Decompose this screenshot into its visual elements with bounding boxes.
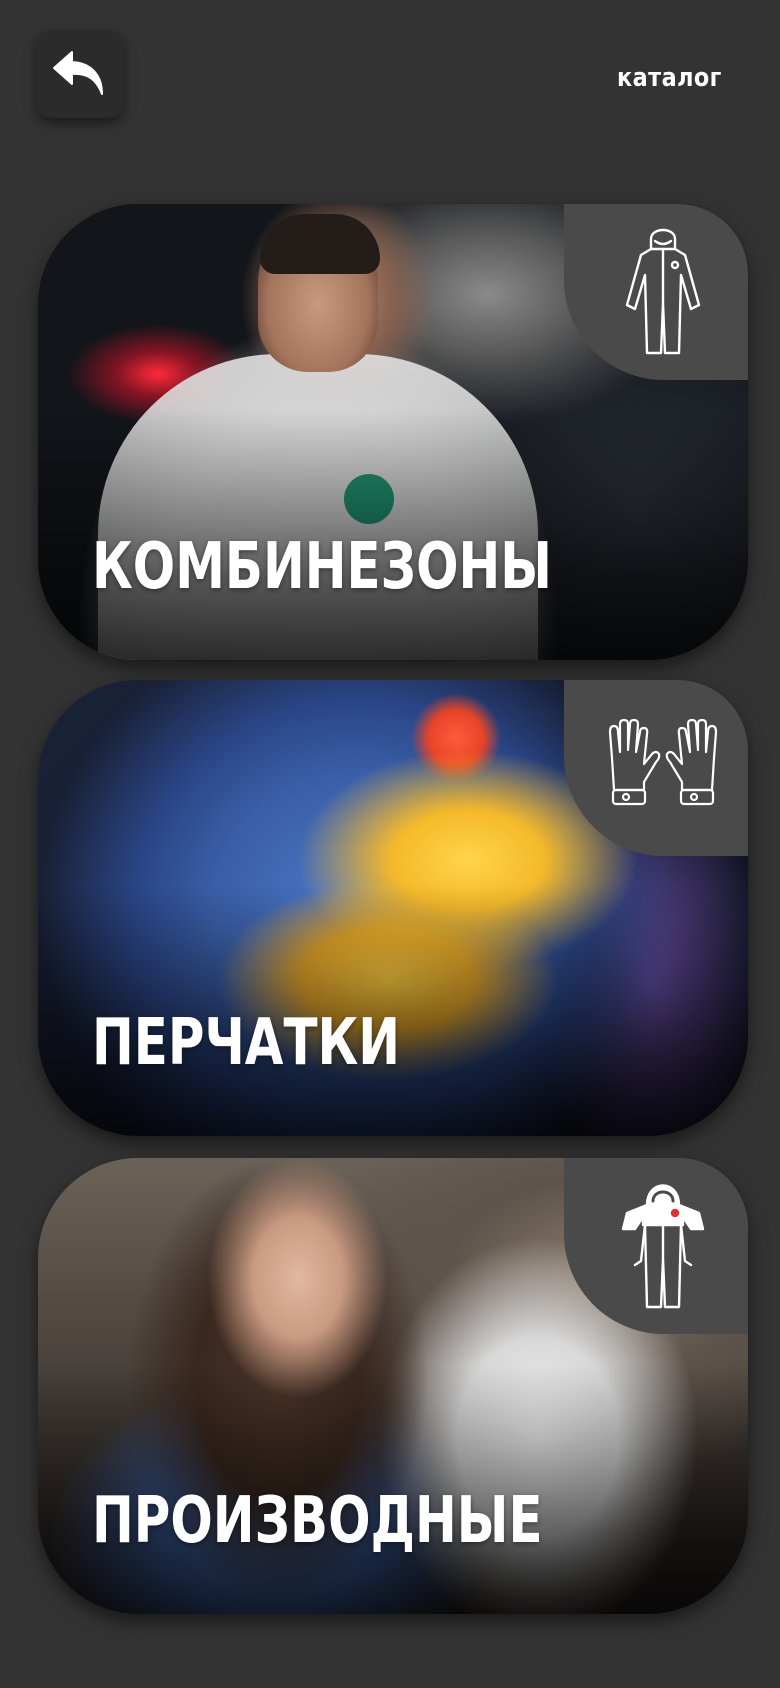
category-label: КОМБИНЕЗОНЫ bbox=[92, 530, 553, 604]
category-card-derivatives[interactable]: ПРОИЗВОДНЫЕ bbox=[38, 1158, 748, 1614]
category-label: ПРОИЗВОДНЫЕ bbox=[92, 1484, 543, 1558]
category-card-gloves[interactable]: ПЕРЧАТКИ bbox=[38, 680, 748, 1136]
category-label: ПЕРЧАТКИ bbox=[92, 1006, 401, 1080]
category-card-coveralls[interactable]: КОМБИНЕЗОНЫ bbox=[38, 204, 748, 660]
page-title: каталог bbox=[617, 63, 722, 93]
coverall-icon bbox=[625, 228, 701, 355]
undo-arrow-icon bbox=[53, 51, 103, 95]
hooded-coverall-icon bbox=[621, 1184, 705, 1309]
back-button[interactable] bbox=[36, 30, 124, 118]
gloves-icon bbox=[608, 718, 718, 806]
